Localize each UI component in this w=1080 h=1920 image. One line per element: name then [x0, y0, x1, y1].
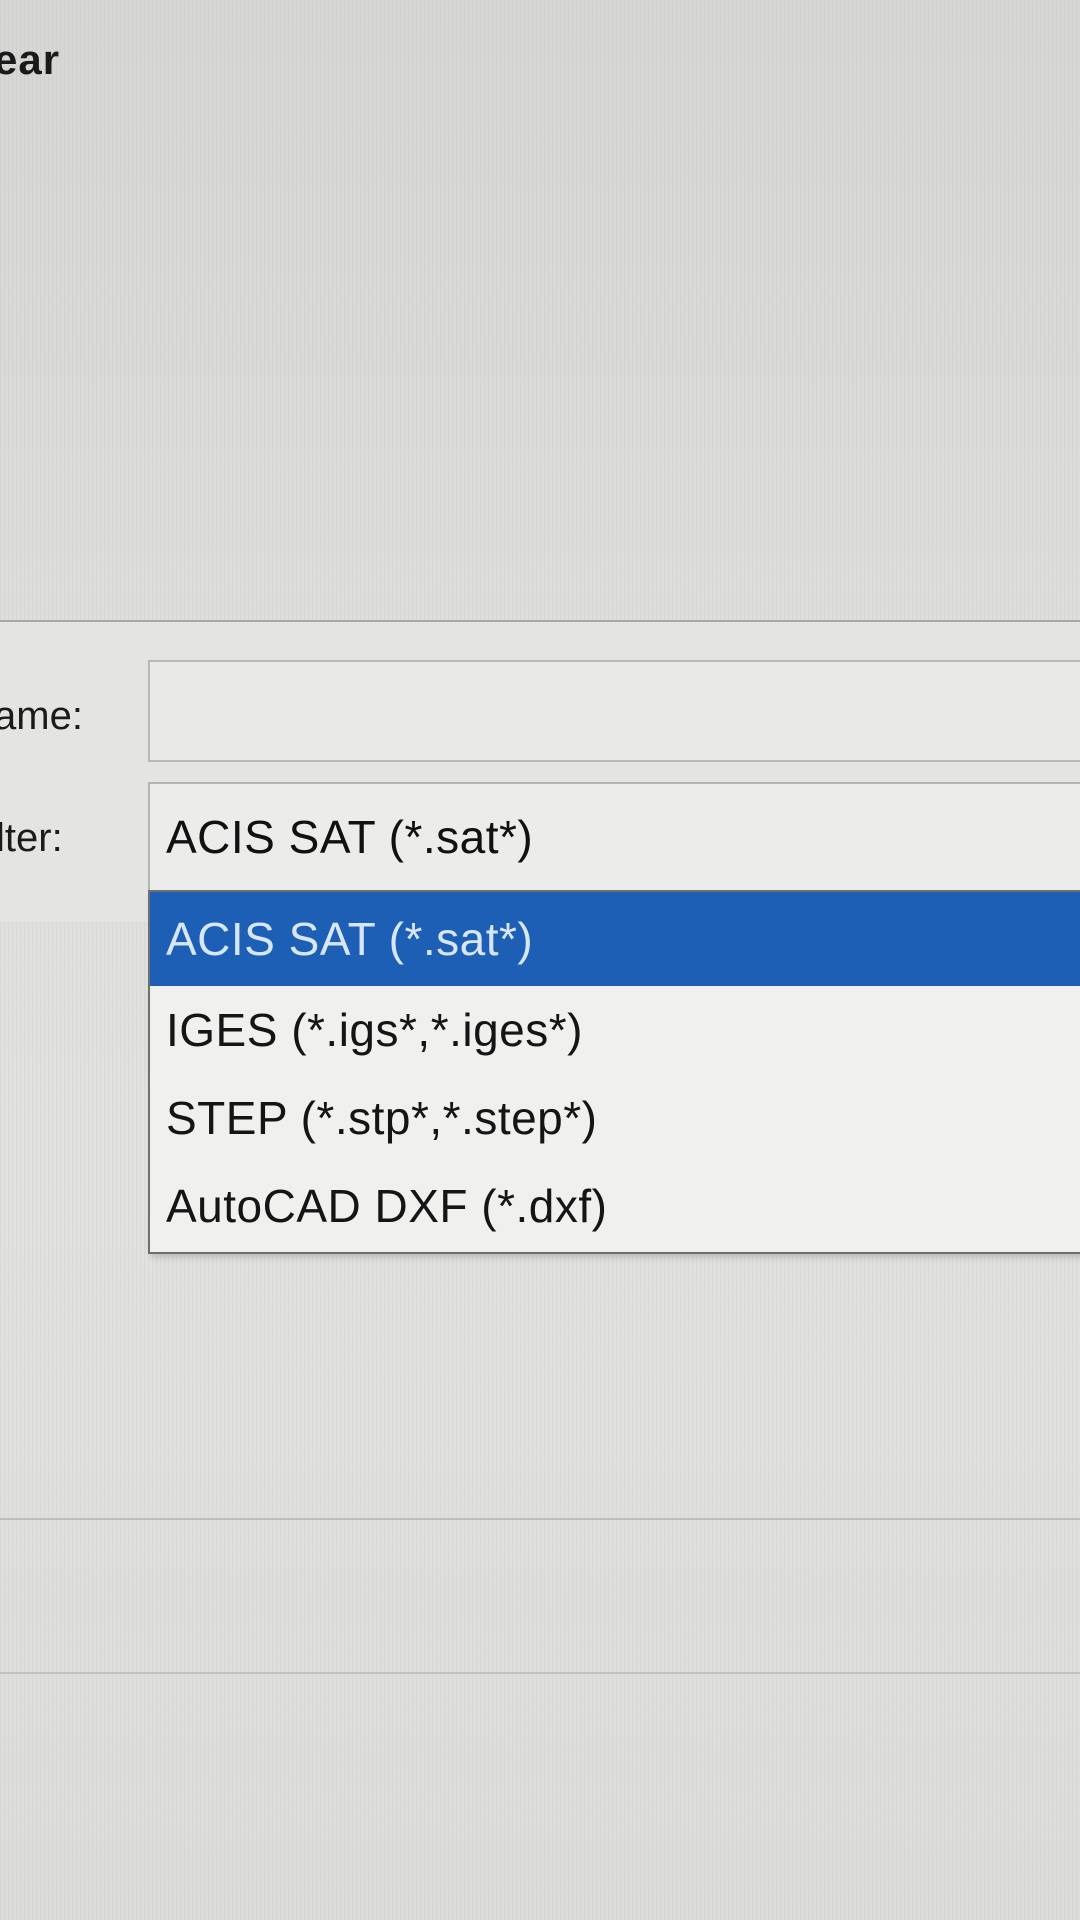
- filter-label: lter:: [0, 816, 63, 860]
- file-name-label: ame:: [0, 694, 83, 738]
- dropdown-option-iges[interactable]: IGES (*.igs*,*.iges*): [150, 986, 1080, 1074]
- filter-selected-value: ACIS SAT (*.sat*): [166, 811, 534, 863]
- file-name-input[interactable]: [148, 660, 1080, 762]
- dialog-heading: ear: [0, 36, 61, 83]
- dropdown-option-dxf[interactable]: AutoCAD DXF (*.dxf): [150, 1162, 1080, 1250]
- filter-select[interactable]: ACIS SAT (*.sat*): [148, 782, 1080, 890]
- dropdown-option-step[interactable]: STEP (*.stp*,*.step*): [150, 1074, 1080, 1162]
- section-divider: [0, 1518, 1080, 1520]
- filter-dropdown-list: ACIS SAT (*.sat*) IGES (*.igs*,*.iges*) …: [148, 890, 1080, 1254]
- section-divider: [0, 1672, 1080, 1674]
- dropdown-option-acis[interactable]: ACIS SAT (*.sat*): [150, 892, 1080, 986]
